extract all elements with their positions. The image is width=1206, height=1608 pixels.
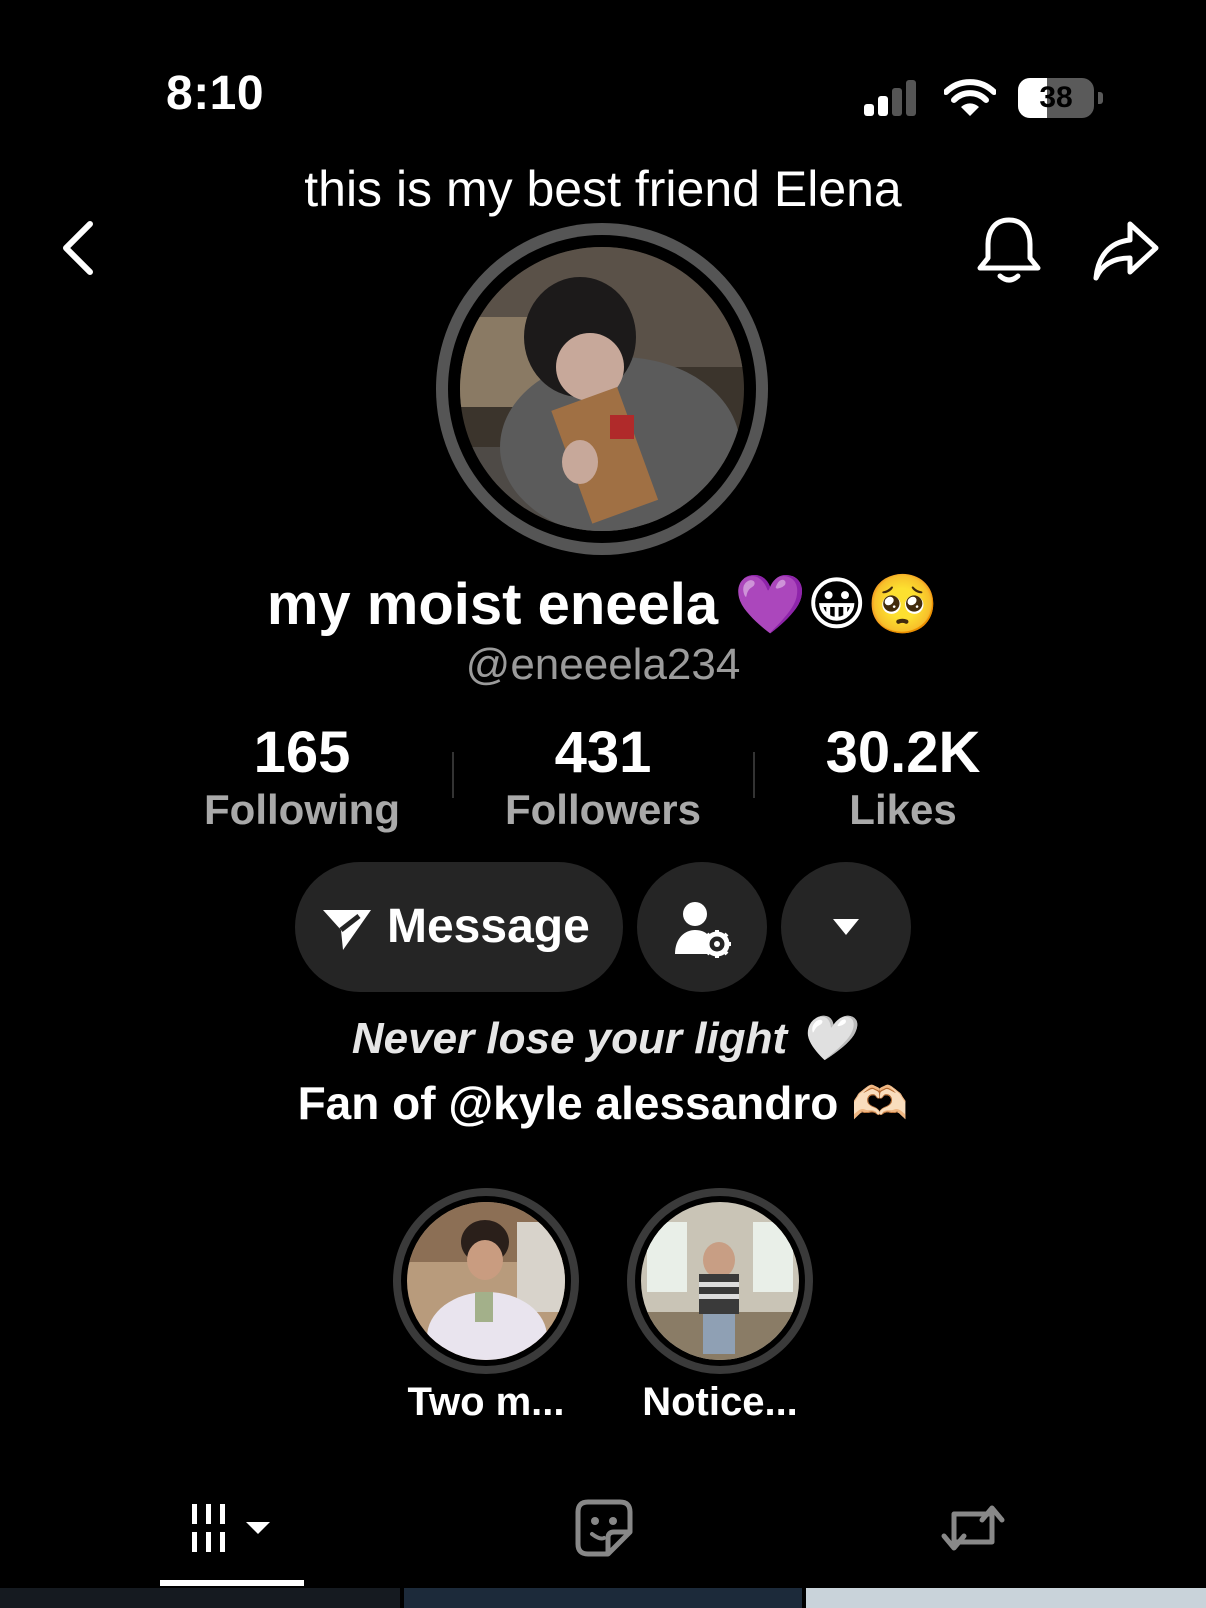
highlight-1-label: Two m... (407, 1380, 565, 1424)
highlight-2[interactable] (627, 1188, 813, 1374)
profile-avatar[interactable] (436, 223, 768, 555)
stat-following-label: Following (204, 786, 400, 833)
video-caption: this is my best friend Elena (304, 161, 902, 217)
paper-plane-icon (323, 910, 371, 950)
highlight-2-photo (641, 1202, 799, 1360)
message-button[interactable]: Message (295, 862, 623, 992)
stat-likes: 30.2K Likes (773, 720, 1033, 834)
chevron-left-icon (63, 221, 93, 275)
stat-divider (753, 752, 755, 798)
stat-followers-value: 431 (554, 720, 652, 785)
caret-down-icon (833, 919, 859, 935)
stat-likes-label: Likes (849, 786, 957, 833)
tab-videos[interactable] (186, 1500, 282, 1556)
stat-followers-label: Followers (504, 786, 702, 833)
bell-icon (977, 217, 1041, 283)
status-time: 8:10 (166, 67, 265, 120)
wifi-icon (943, 78, 997, 118)
highlight-1[interactable] (393, 1188, 579, 1374)
stat-following-value: 165 (253, 720, 351, 785)
video-thumbnail[interactable] (806, 1588, 1206, 1608)
highlight-1-photo (407, 1202, 565, 1360)
video-thumbnail[interactable] (404, 1588, 802, 1608)
battery-indicator: 38 (1018, 78, 1103, 118)
notification-button[interactable] (974, 214, 1044, 286)
video-thumbnail[interactable] (0, 1588, 400, 1608)
display-name: my moist eneela 💜😀🥺 (266, 572, 940, 637)
signal-icon (864, 80, 924, 116)
stat-divider (452, 752, 454, 798)
video-grid-preview (0, 1588, 1206, 1608)
battery-level: 38 (1039, 81, 1073, 114)
username: @eneeela234 (465, 640, 741, 689)
grid-videos-icon (192, 1504, 270, 1552)
share-arrow-icon (1093, 221, 1159, 281)
tab-favorites[interactable] (574, 1498, 634, 1558)
repost-icon (941, 1505, 1005, 1551)
share-button[interactable] (1090, 218, 1162, 284)
highlight-2-label: Notice... (642, 1380, 798, 1424)
stat-following[interactable]: 165 Following (172, 720, 432, 834)
bio-line-1: Never lose your light 🤍 (351, 1014, 855, 1063)
back-button[interactable] (52, 216, 108, 280)
sticker-face-icon (575, 1499, 633, 1557)
person-gear-icon (675, 902, 731, 958)
tab-active-indicator (160, 1580, 304, 1586)
bio-line-2: Fan of @kyle alessandro 🫶🏻 (297, 1077, 909, 1129)
tab-reposts[interactable] (940, 1496, 1006, 1560)
more-options-button[interactable] (781, 862, 911, 992)
stat-followers[interactable]: 431 Followers (473, 720, 733, 834)
message-button-label: Message (387, 900, 590, 953)
friend-settings-button[interactable] (637, 862, 767, 992)
avatar-photo (460, 247, 744, 531)
stat-likes-value: 30.2K (825, 720, 981, 785)
